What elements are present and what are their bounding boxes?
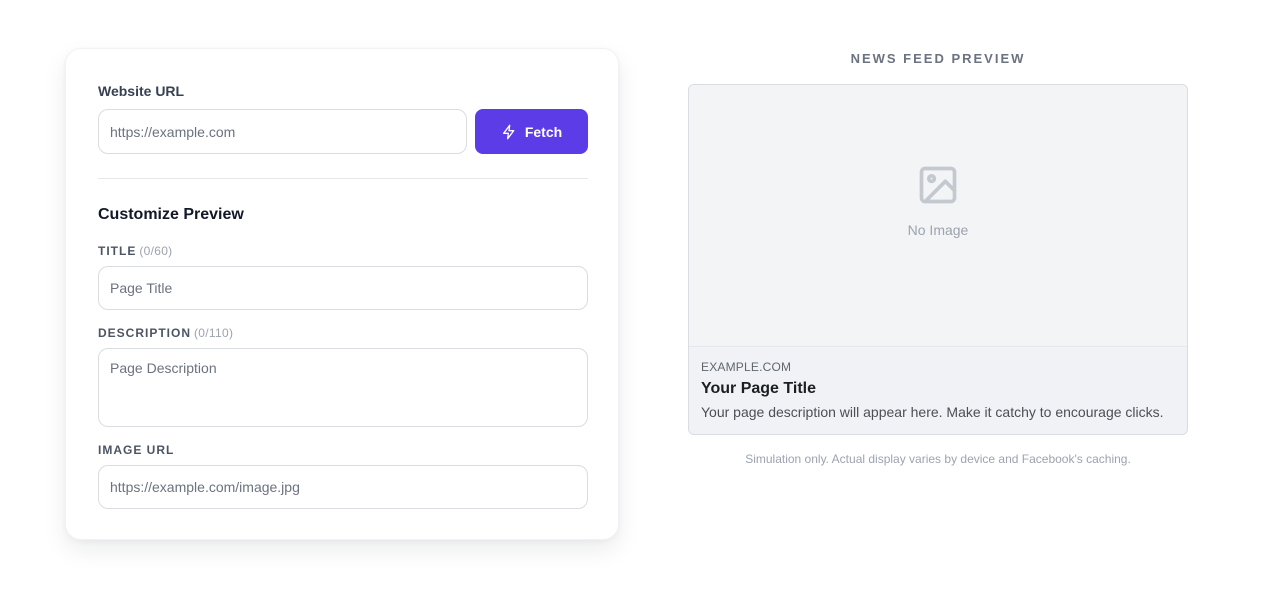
description-label-text: Description [98,326,192,340]
image-url-input[interactable] [98,465,588,509]
news-feed-preview-card[interactable]: No Image EXAMPLE.COM Your Page Title You… [688,84,1188,435]
preview-description: Your page description will appear here. … [701,404,1164,420]
description-char-counter: (0/110) [194,326,234,340]
title-label-text: Title [98,244,137,258]
customize-form-card: Website URL Fetch Customize Preview Titl… [65,48,619,540]
preview-domain: EXAMPLE.COM [701,360,792,374]
description-input[interactable] [98,348,588,427]
preview-title: Your Page Title [701,380,816,397]
title-char-counter: (0/60) [139,244,173,258]
preview-meta: EXAMPLE.COM Your Page Title Your page de… [689,348,1187,434]
image-url-label-text: Image URL [98,443,175,457]
lightning-bolt-icon [501,124,517,140]
preview-heading: NEWS FEED PREVIEW [850,51,1026,66]
description-field-label: Description (0/110) [98,326,233,340]
image-icon [916,163,960,212]
no-image-text: No Image [907,222,969,238]
image-url-field-label: Image URL [98,443,174,457]
fetch-button-label: Fetch [524,123,563,140]
website-url-input[interactable] [98,109,467,154]
section-title: Customize Preview [98,206,244,223]
divider [98,178,588,179]
website-url-label: Website URL [98,83,185,99]
title-input[interactable] [98,266,588,310]
preview-image-area: No Image [689,85,1187,347]
title-field-label: Title (0/60) [98,244,172,258]
fetch-button[interactable]: Fetch [475,109,588,154]
disclaimer-text: Simulation only. Actual display varies b… [745,452,1131,466]
